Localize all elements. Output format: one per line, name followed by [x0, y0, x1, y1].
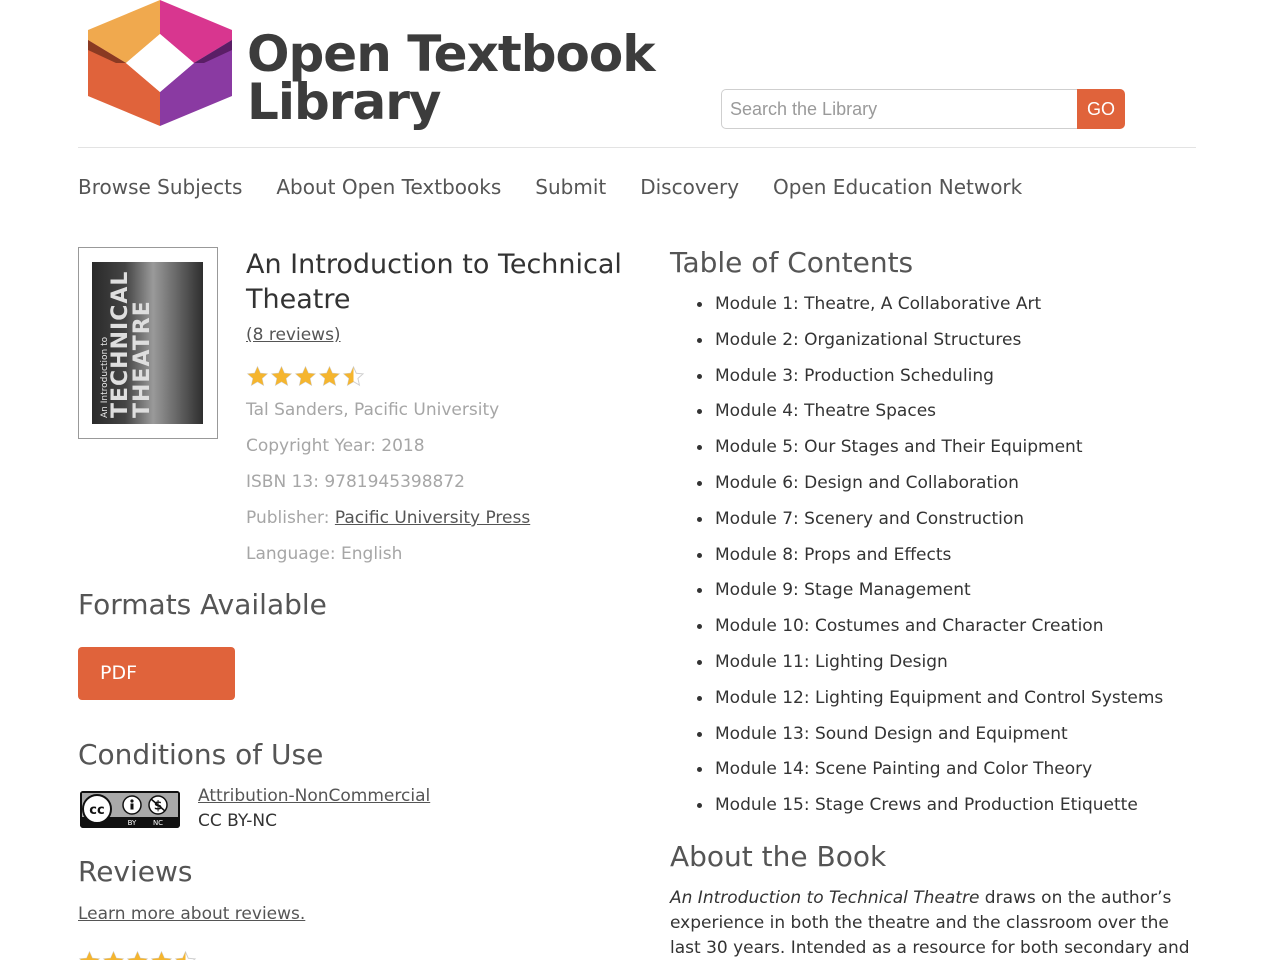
open-textbook-library-logo-icon[interactable]	[88, 0, 232, 126]
toc-item: Module 6: Design and Collaboration	[697, 469, 1163, 505]
conditions-heading: Conditions of Use	[78, 738, 324, 771]
table-of-contents-list: Module 1: Theatre, A Collaborative Art M…	[697, 290, 1163, 827]
star-full-icon	[270, 365, 293, 387]
about-heading: About the Book	[670, 840, 887, 873]
license-short-name: CC BY-NC	[198, 811, 277, 831]
nav-browse-subjects[interactable]: Browse Subjects	[78, 170, 242, 204]
toc-item: Module 14: Scene Painting and Color Theo…	[697, 755, 1163, 791]
toc-item: Module 10: Costumes and Character Creati…	[697, 612, 1163, 648]
star-full-icon	[294, 365, 317, 387]
about-book-title: An Introduction to Technical Theatre	[670, 888, 980, 908]
nav-about-open-textbooks[interactable]: About Open Textbooks	[276, 170, 501, 204]
star-full-icon	[126, 950, 149, 960]
book-cover-art: An Introduction to TECHNICAL THEATRE	[92, 262, 203, 424]
star-full-icon	[150, 950, 173, 960]
svg-text:cc: cc	[89, 803, 104, 818]
book-isbn: ISBN 13: 9781945398872	[246, 472, 465, 492]
logo-line-2: Library	[247, 73, 441, 131]
search-input[interactable]	[721, 89, 1078, 129]
main-nav: Browse Subjects About Open Textbooks Sub…	[78, 170, 1022, 204]
license-link[interactable]: Attribution-NonCommercial	[198, 786, 430, 806]
site-logo-text[interactable]: Open Textbook Library	[247, 25, 655, 131]
star-full-icon	[78, 950, 101, 960]
search-form: GO	[721, 89, 1125, 129]
toc-item: Module 1: Theatre, A Collaborative Art	[697, 290, 1163, 326]
about-description: An Introduction to Technical Theatre dra…	[670, 886, 1200, 960]
book-language: Language: English	[246, 544, 403, 564]
svg-text:NC: NC	[153, 819, 163, 827]
publisher-label: Publisher:	[246, 508, 335, 528]
book-cover-text: An Introduction to TECHNICAL THEATRE	[92, 262, 203, 424]
reviews-count-link[interactable]: (8 reviews)	[246, 325, 646, 345]
toc-item: Module 3: Production Scheduling	[697, 362, 1163, 398]
nav-submit[interactable]: Submit	[535, 170, 606, 204]
review-rating-stars	[78, 950, 197, 960]
rating-stars	[246, 365, 365, 388]
book-copyright: Copyright Year: 2018	[246, 436, 425, 456]
toc-heading: Table of Contents	[670, 246, 914, 279]
book-author: Tal Sanders, Pacific University	[246, 400, 500, 420]
toc-item: Module 8: Props and Effects	[697, 541, 1163, 577]
star-full-icon	[246, 365, 269, 387]
publisher-link[interactable]: Pacific University Press	[335, 508, 530, 528]
nav-open-education-network[interactable]: Open Education Network	[773, 170, 1022, 204]
toc-item: Module 7: Scenery and Construction	[697, 505, 1163, 541]
cc-by-nc-license-icon[interactable]: cc $ BY NC	[80, 791, 180, 828]
book-title: An Introduction to Technical Theatre	[246, 249, 622, 315]
reviews-heading: Reviews	[78, 855, 193, 888]
nav-discovery[interactable]: Discovery	[640, 170, 739, 204]
star-full-icon	[318, 365, 341, 387]
toc-item: Module 12: Lighting Equipment and Contro…	[697, 684, 1163, 720]
svg-text:BY: BY	[128, 819, 137, 827]
book-cover-image: An Introduction to TECHNICAL THEATRE	[78, 247, 218, 439]
toc-item: Module 2: Organizational Structures	[697, 326, 1163, 362]
search-go-button[interactable]: GO	[1077, 89, 1125, 129]
star-half-icon	[174, 950, 197, 960]
learn-more-reviews-link[interactable]: Learn more about reviews.	[78, 904, 305, 924]
star-half-icon	[342, 365, 365, 387]
header-divider	[78, 147, 1196, 148]
toc-item: Module 15: Stage Crews and Production Et…	[697, 791, 1163, 827]
toc-item: Module 4: Theatre Spaces	[697, 397, 1163, 433]
cover-title-line-1: TECHNICAL	[108, 270, 133, 418]
logo-line-1: Open Textbook	[247, 25, 655, 83]
star-full-icon	[102, 950, 125, 960]
book-info: An Introduction to Technical Theatre (8 …	[246, 247, 646, 564]
toc-item: Module 5: Our Stages and Their Equipment	[697, 433, 1163, 469]
site-header: Open Textbook Library GO	[0, 0, 1280, 150]
pdf-download-button[interactable]: PDF	[78, 647, 235, 700]
cover-title-line-2: THEATRE	[130, 300, 155, 418]
toc-item: Module 9: Stage Management	[697, 576, 1163, 612]
formats-heading: Formats Available	[78, 588, 327, 621]
book-publisher: Publisher: Pacific University Press	[246, 508, 530, 528]
toc-item: Module 13: Sound Design and Equipment	[697, 720, 1163, 756]
toc-item: Module 11: Lighting Design	[697, 648, 1163, 684]
